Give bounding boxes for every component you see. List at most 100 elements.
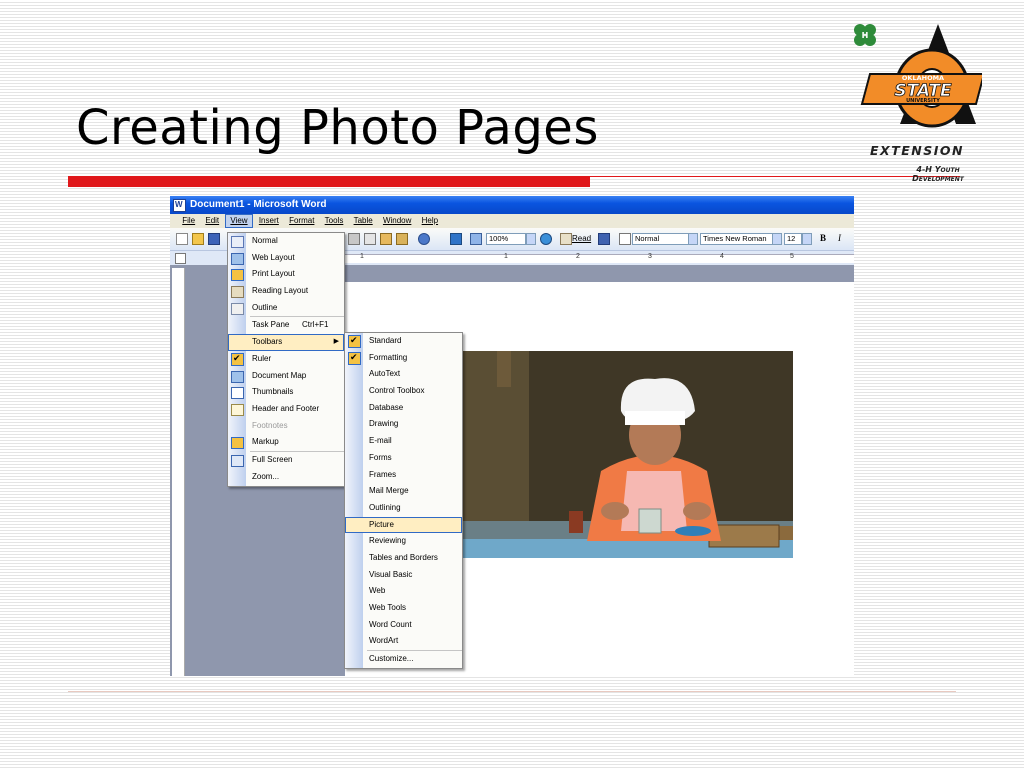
view-menu-normal[interactable]: Normal	[228, 233, 344, 250]
view-menu-thumbnails[interactable]: Thumbnails	[228, 384, 344, 401]
toolbar-item-database[interactable]: Database	[345, 400, 462, 417]
read-icon[interactable]	[560, 233, 572, 245]
toolbar-item-control-toolbox[interactable]: Control Toolbox	[345, 383, 462, 400]
view-menu-print-layout[interactable]: Print Layout	[228, 266, 344, 283]
toolbar-item-frames[interactable]: Frames	[345, 467, 462, 484]
toolbar-item-tables-borders[interactable]: Tables and Borders	[345, 550, 462, 567]
styles-formatting-icon[interactable]	[619, 233, 631, 245]
view-menu-label: Web Layout	[252, 252, 295, 262]
toolbar-item-forms[interactable]: Forms	[345, 450, 462, 467]
view-menu-ruler[interactable]: Ruler	[228, 350, 344, 368]
logo-4h-youth: 4-H Youth	[916, 165, 960, 174]
menu-table[interactable]: Table	[350, 214, 377, 228]
document-map-icon	[231, 370, 244, 383]
view-menu-task-pane[interactable]: Task Pane Ctrl+F1	[228, 317, 344, 334]
toolbar-item-label: Database	[369, 402, 404, 412]
menu-file[interactable]: File	[178, 214, 199, 228]
paste-icon[interactable]	[380, 233, 392, 245]
read-button[interactable]: Read	[572, 233, 591, 244]
logo-development: Development	[912, 174, 964, 183]
cut-icon[interactable]	[348, 233, 360, 245]
toolbar-item-label: WordArt	[369, 636, 399, 646]
style-dropdown[interactable]	[688, 233, 698, 245]
undo-icon[interactable]	[418, 233, 430, 245]
view-menu-label: Zoom...	[252, 471, 280, 481]
view-menu-full-screen[interactable]: Full Screen	[228, 452, 344, 469]
checkmark-icon	[348, 332, 361, 349]
hyperlink-icon[interactable]	[450, 233, 462, 245]
view-menu-web-layout[interactable]: Web Layout	[228, 250, 344, 267]
logo-4h-text: 4-H Youth Development	[898, 165, 978, 183]
word-title-bar: Document1 - Microsoft Word	[170, 196, 854, 214]
menu-tools[interactable]: Tools	[321, 214, 348, 228]
menu-window[interactable]: Window	[379, 214, 415, 228]
font-size-box[interactable]: 12	[784, 233, 802, 245]
italic-button[interactable]: I	[838, 233, 841, 244]
word-screenshot: Document1 - Microsoft Word File Edit Vie…	[170, 196, 854, 676]
view-menu: Normal Web Layout Print Layout Reading L…	[227, 232, 345, 487]
menu-edit[interactable]: Edit	[201, 214, 223, 228]
toolbar-item-email[interactable]: E-mail	[345, 433, 462, 450]
font-size-dropdown[interactable]	[802, 233, 812, 245]
ruler-number: 5	[790, 253, 794, 260]
ruler-track[interactable]	[345, 254, 854, 263]
toolbar-item-mail-merge[interactable]: Mail Merge	[345, 483, 462, 500]
toolbar-item-reviewing[interactable]: Reviewing	[345, 533, 462, 550]
toolbar-item-label: Mail Merge	[369, 486, 409, 496]
toolbar-item-outlining[interactable]: Outlining	[345, 500, 462, 517]
help-icon[interactable]	[540, 233, 552, 245]
toolbar-item-standard[interactable]: Standard	[345, 332, 462, 350]
table-icon[interactable]	[470, 233, 482, 245]
toolbar-item-label: E-mail	[369, 436, 392, 446]
toolbar-item-wordart[interactable]: WordArt	[345, 633, 462, 650]
copy-icon[interactable]	[364, 233, 376, 245]
inserted-photo[interactable]	[459, 351, 793, 558]
tab-selector[interactable]	[175, 253, 186, 264]
bold-button[interactable]: B	[820, 233, 826, 244]
menu-format[interactable]: Format	[285, 214, 318, 228]
toolbar-item-label: Picture	[369, 519, 394, 529]
save-icon[interactable]	[208, 233, 220, 245]
zoom-dropdown[interactable]	[526, 233, 536, 245]
toolbar-item-web[interactable]: Web	[345, 583, 462, 600]
view-menu-outline[interactable]: Outline	[228, 300, 344, 317]
toolbar-item-picture[interactable]: Picture	[345, 516, 462, 534]
open-folder-icon[interactable]	[192, 233, 204, 245]
font-box[interactable]: Times New Roman	[700, 233, 774, 245]
view-menu-document-map[interactable]: Document Map	[228, 368, 344, 385]
normal-view-icon	[231, 236, 244, 248]
view-menu-toolbars[interactable]: Toolbars ▶	[228, 334, 344, 351]
font-dropdown[interactable]	[772, 233, 782, 245]
style-box[interactable]: Normal	[632, 233, 690, 245]
view-menu-zoom[interactable]: Zoom...	[228, 469, 344, 486]
menu-view[interactable]: View	[225, 214, 253, 228]
new-document-icon[interactable]	[176, 233, 188, 245]
word-window-title: Document1 - Microsoft Word	[190, 199, 327, 210]
view-menu-label: Markup	[252, 437, 279, 447]
view-menu-markup[interactable]: Markup	[228, 434, 344, 451]
view-menu-reading-layout[interactable]: Reading Layout	[228, 283, 344, 300]
view-menu-header-footer[interactable]: Header and Footer	[228, 401, 344, 418]
slide-title: Creating Photo Pages	[76, 100, 599, 156]
menu-insert[interactable]: Insert	[255, 214, 283, 228]
word-app-icon	[173, 196, 186, 214]
toolbar-item-label: Frames	[369, 469, 397, 479]
toolbar-item-label: Drawing	[369, 419, 399, 429]
menu-help[interactable]: Help	[418, 214, 442, 228]
toolbar-item-web-tools[interactable]: Web Tools	[345, 600, 462, 617]
styles-pane-icon[interactable]	[598, 233, 610, 245]
four-h-clover-icon: H	[854, 24, 876, 46]
toolbar-item-label: Formatting	[369, 352, 408, 362]
zoom-box[interactable]: 100%	[486, 233, 526, 245]
ruler-number: 1	[504, 253, 508, 260]
toolbar-item-word-count[interactable]: Word Count	[345, 617, 462, 634]
toolbar-item-customize[interactable]: Customize...	[345, 651, 462, 668]
format-painter-icon[interactable]	[396, 233, 408, 245]
view-menu-label: Thumbnails	[252, 387, 294, 397]
toolbar-item-visual-basic[interactable]: Visual Basic	[345, 567, 462, 584]
vertical-ruler[interactable]	[172, 268, 185, 676]
toolbar-item-drawing[interactable]: Drawing	[345, 416, 462, 433]
logo-extension-text: EXTENSION	[870, 143, 964, 158]
toolbar-item-autotext[interactable]: AutoText	[345, 366, 462, 383]
toolbar-item-formatting[interactable]: Formatting	[345, 349, 462, 367]
